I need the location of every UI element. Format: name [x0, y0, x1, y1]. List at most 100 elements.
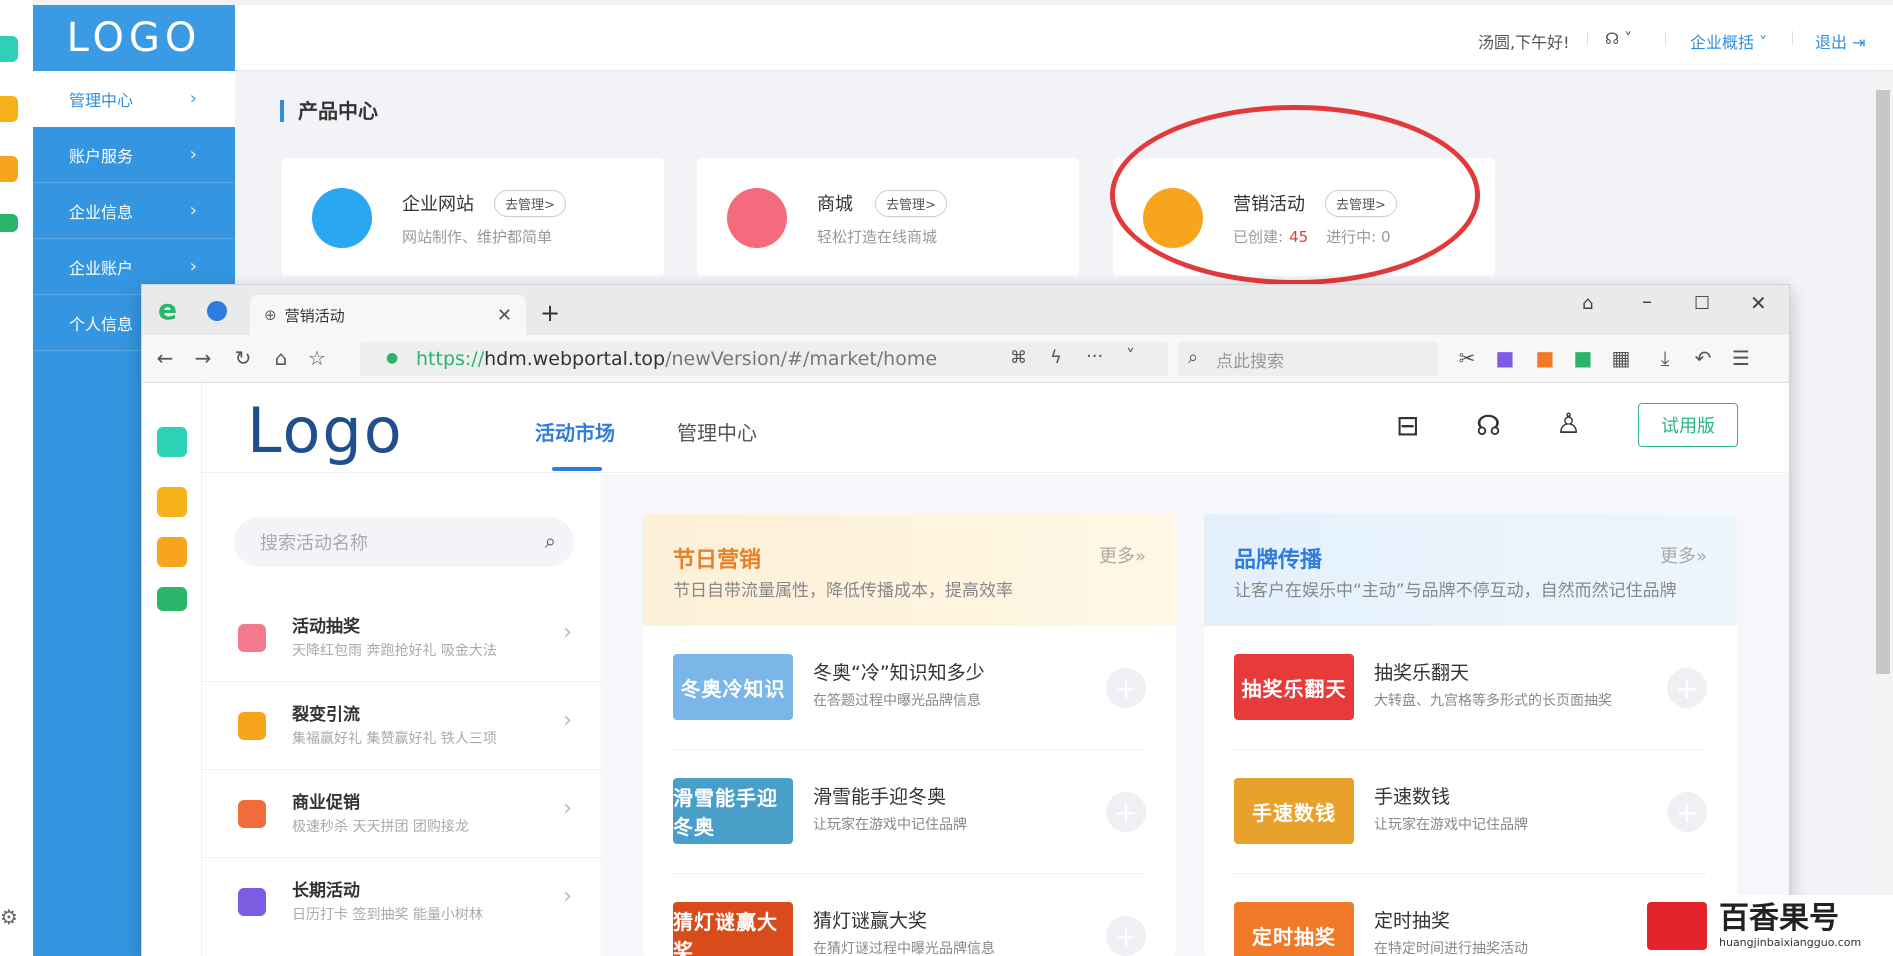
browser-search-field[interactable]: ⌕ 点此搜索 [1178, 342, 1438, 376]
browser-tab[interactable]: ⊕ 营销活动 ✕ [250, 295, 526, 335]
star-icon[interactable] [157, 487, 187, 517]
bookmark-star-icon[interactable]: ☆ [304, 346, 330, 370]
add-activity-button[interactable]: + [1667, 792, 1707, 832]
apps-icon[interactable]: ▦ [1608, 346, 1634, 370]
chevron-right-icon: › [563, 884, 572, 909]
nav-activity-market[interactable]: 活动市场 [535, 417, 615, 446]
menu-icon[interactable]: ☰ [1728, 346, 1754, 370]
weibo-icon[interactable] [0, 156, 18, 182]
plus-icon[interactable] [157, 427, 187, 457]
sidebar-item-account-service[interactable]: 账户服务 › [33, 127, 235, 183]
calendar-icon [238, 888, 266, 916]
app-logo[interactable]: Logo [247, 400, 404, 462]
activity-item[interactable]: 冬奥冷知识 冬奥“冷”知识知多少 在答题过程中曝光品牌信息 + [673, 626, 1146, 750]
translate-icon[interactable]: ⌘ [1010, 348, 1027, 368]
activity-item[interactable]: 手速数钱 手速数钱 让玩家在游戏中记住品牌 + [1234, 750, 1707, 874]
category-subtitle: 极速秒杀 天天拼团 团购接龙 [292, 819, 469, 835]
nav-management-center[interactable]: 管理中心 [677, 417, 757, 446]
scissors-icon[interactable]: ✂ [1454, 346, 1480, 370]
lightning-icon[interactable]: ϟ [1050, 347, 1062, 368]
add-activity-button[interactable]: + [1106, 916, 1146, 956]
activity-desc: 在特定时间进行抽奖活动 [1374, 941, 1528, 956]
activity-desc: 在答题过程中曝光品牌信息 [813, 693, 981, 709]
globe-icon: ⊕ [264, 306, 277, 324]
url-field[interactable]: ● https://hdm.webportal.top/newVersion/#… [360, 342, 1168, 376]
forward-icon[interactable]: → [190, 346, 216, 370]
home-icon[interactable]: ⌂ [268, 346, 294, 370]
url-scheme: https:// [416, 348, 485, 370]
headset-icon[interactable]: ☊ [1476, 409, 1501, 442]
user-icon[interactable]: ♙ [1556, 407, 1581, 440]
shirt-icon[interactable]: ⌂ [1582, 293, 1593, 314]
search-icon[interactable]: ⌕ [545, 529, 556, 553]
activity-item[interactable]: 滑雪能手迎冬奥 滑雪能手迎冬奥 让玩家在游戏中记住品牌 + [673, 750, 1146, 874]
watermark-url: huangjinbaixiangguo.com [1719, 936, 1862, 949]
trial-version-button[interactable]: 试用版 [1638, 403, 1738, 447]
activity-item[interactable]: 定时抽奖 定时抽奖 在特定时间进行抽奖活动 + [1234, 874, 1707, 956]
translate-ext-icon[interactable]: ■ [1492, 346, 1518, 370]
sidebar-item-label: 管理中心 [69, 90, 134, 110]
section-brand-communication: 品牌传播 让客户在娱乐中“主动”与品牌不停互动，自然而然记住品牌 更多» 抽奖乐… [1204, 514, 1737, 956]
maximize-icon[interactable]: ☐ [1694, 293, 1710, 314]
product-desc: 网站制作、维护都简单 [402, 228, 553, 246]
chevron-down-icon[interactable]: ˅ [1126, 346, 1135, 367]
add-activity-button[interactable]: + [1106, 792, 1146, 832]
star-icon[interactable] [0, 96, 18, 122]
activity-name: 手速数钱 [1374, 786, 1451, 808]
activity-thumbnail: 抽奖乐翻天 [1234, 654, 1354, 720]
enterprise-overview-label: 企业概括 [1690, 33, 1755, 52]
product-card-website[interactable]: 企业网站 去管理> 网站制作、维护都简单 [282, 158, 664, 276]
tab-bar: e ⊕ 营销活动 ✕ + ⌂ – ☐ ✕ [142, 285, 1789, 335]
compass-icon[interactable] [207, 301, 227, 321]
top-header: 汤圆,下午好! ☊ ˅ 企业概括 ˅ 退出 ⇥ [235, 5, 1893, 71]
more-link[interactable]: 更多» [1660, 542, 1707, 568]
enterprise-overview-dropdown[interactable]: 企业概括 ˅ [1690, 29, 1767, 53]
headset-icon[interactable]: ☊ ˅ [1605, 29, 1632, 48]
mail-icon[interactable] [157, 587, 187, 611]
mail-icon[interactable] [0, 214, 18, 232]
sidebar-item-enterprise-info[interactable]: 企业信息 › [33, 183, 235, 239]
address-bar-row: ← → ↻ ⌂ ☆ ● https://hdm.webportal.top/ne… [142, 335, 1789, 383]
undo-icon[interactable]: ↶ [1690, 346, 1716, 370]
more-link[interactable]: 更多» [1099, 542, 1146, 568]
add-activity-button[interactable]: + [1106, 668, 1146, 708]
minimize-icon[interactable]: – [1642, 289, 1652, 313]
watermark-logo-icon [1647, 901, 1707, 950]
category-long-term[interactable]: 长期活动 日历打卡 签到抽奖 能量小树林 › [202, 858, 602, 946]
url-path: /newVersion/#/market/home [665, 348, 938, 370]
activity-item[interactable]: 抽奖乐翻天 抽奖乐翻天 大转盘、九宫格等多形式的长页面抽奖 + [1234, 626, 1707, 750]
plus-icon[interactable] [0, 36, 18, 62]
browser-logo-icon[interactable]: e [158, 293, 177, 326]
new-tab-icon[interactable]: + [540, 299, 560, 327]
reload-icon[interactable]: ↻ [230, 346, 256, 370]
app-side-dock [142, 383, 202, 956]
product-card-mall[interactable]: 商城 去管理> 轻松打造在线商城 [697, 158, 1079, 276]
briefcase-icon[interactable]: ⊟ [1396, 409, 1419, 442]
manage-button[interactable]: 去管理> [494, 190, 566, 217]
download-icon[interactable]: ⤓ [1652, 346, 1678, 370]
section-title: 产品中心 [280, 100, 378, 122]
add-activity-button[interactable]: + [1667, 668, 1707, 708]
more-icon[interactable]: ··· [1086, 346, 1103, 367]
reader-icon[interactable]: ■ [1570, 346, 1596, 370]
category-fission[interactable]: 裂变引流 集福赢好礼 集赞赢好礼 铁人三项 › [202, 682, 602, 770]
page-scrollbar-thumb[interactable] [1876, 90, 1890, 674]
close-window-icon[interactable]: ✕ [1750, 291, 1767, 315]
activity-thumbnail: 手速数钱 [1234, 778, 1354, 844]
back-icon[interactable]: ← [152, 346, 178, 370]
logout-button[interactable]: 退出 ⇥ [1815, 29, 1866, 53]
gamepad-icon[interactable]: ■ [1532, 346, 1558, 370]
manage-button[interactable]: 去管理> [875, 190, 947, 217]
shopping-bag-icon [727, 188, 787, 248]
weibo-icon[interactable] [157, 537, 187, 567]
category-promotion[interactable]: 商业促销 极速秒杀 天天拼团 团购接龙 › [202, 770, 602, 858]
category-lottery[interactable]: 活动抽奖 天降红包雨 奔跑抢好礼 吸金大法 › [202, 594, 602, 682]
settings-icon[interactable]: ⚙ [0, 905, 18, 929]
sidebar-item-management[interactable]: 管理中心 › [33, 71, 235, 127]
activity-item[interactable]: 猜灯谜赢大奖 猜灯谜赢大奖 在猜灯谜过程中曝光品牌信息 + [673, 874, 1146, 956]
tag-icon [238, 800, 266, 828]
product-name: 企业网站 [402, 194, 474, 215]
activity-search-input[interactable]: 搜索活动名称 ⌕ [234, 517, 574, 567]
gift-icon [238, 624, 266, 652]
close-tab-icon[interactable]: ✕ [497, 305, 512, 326]
